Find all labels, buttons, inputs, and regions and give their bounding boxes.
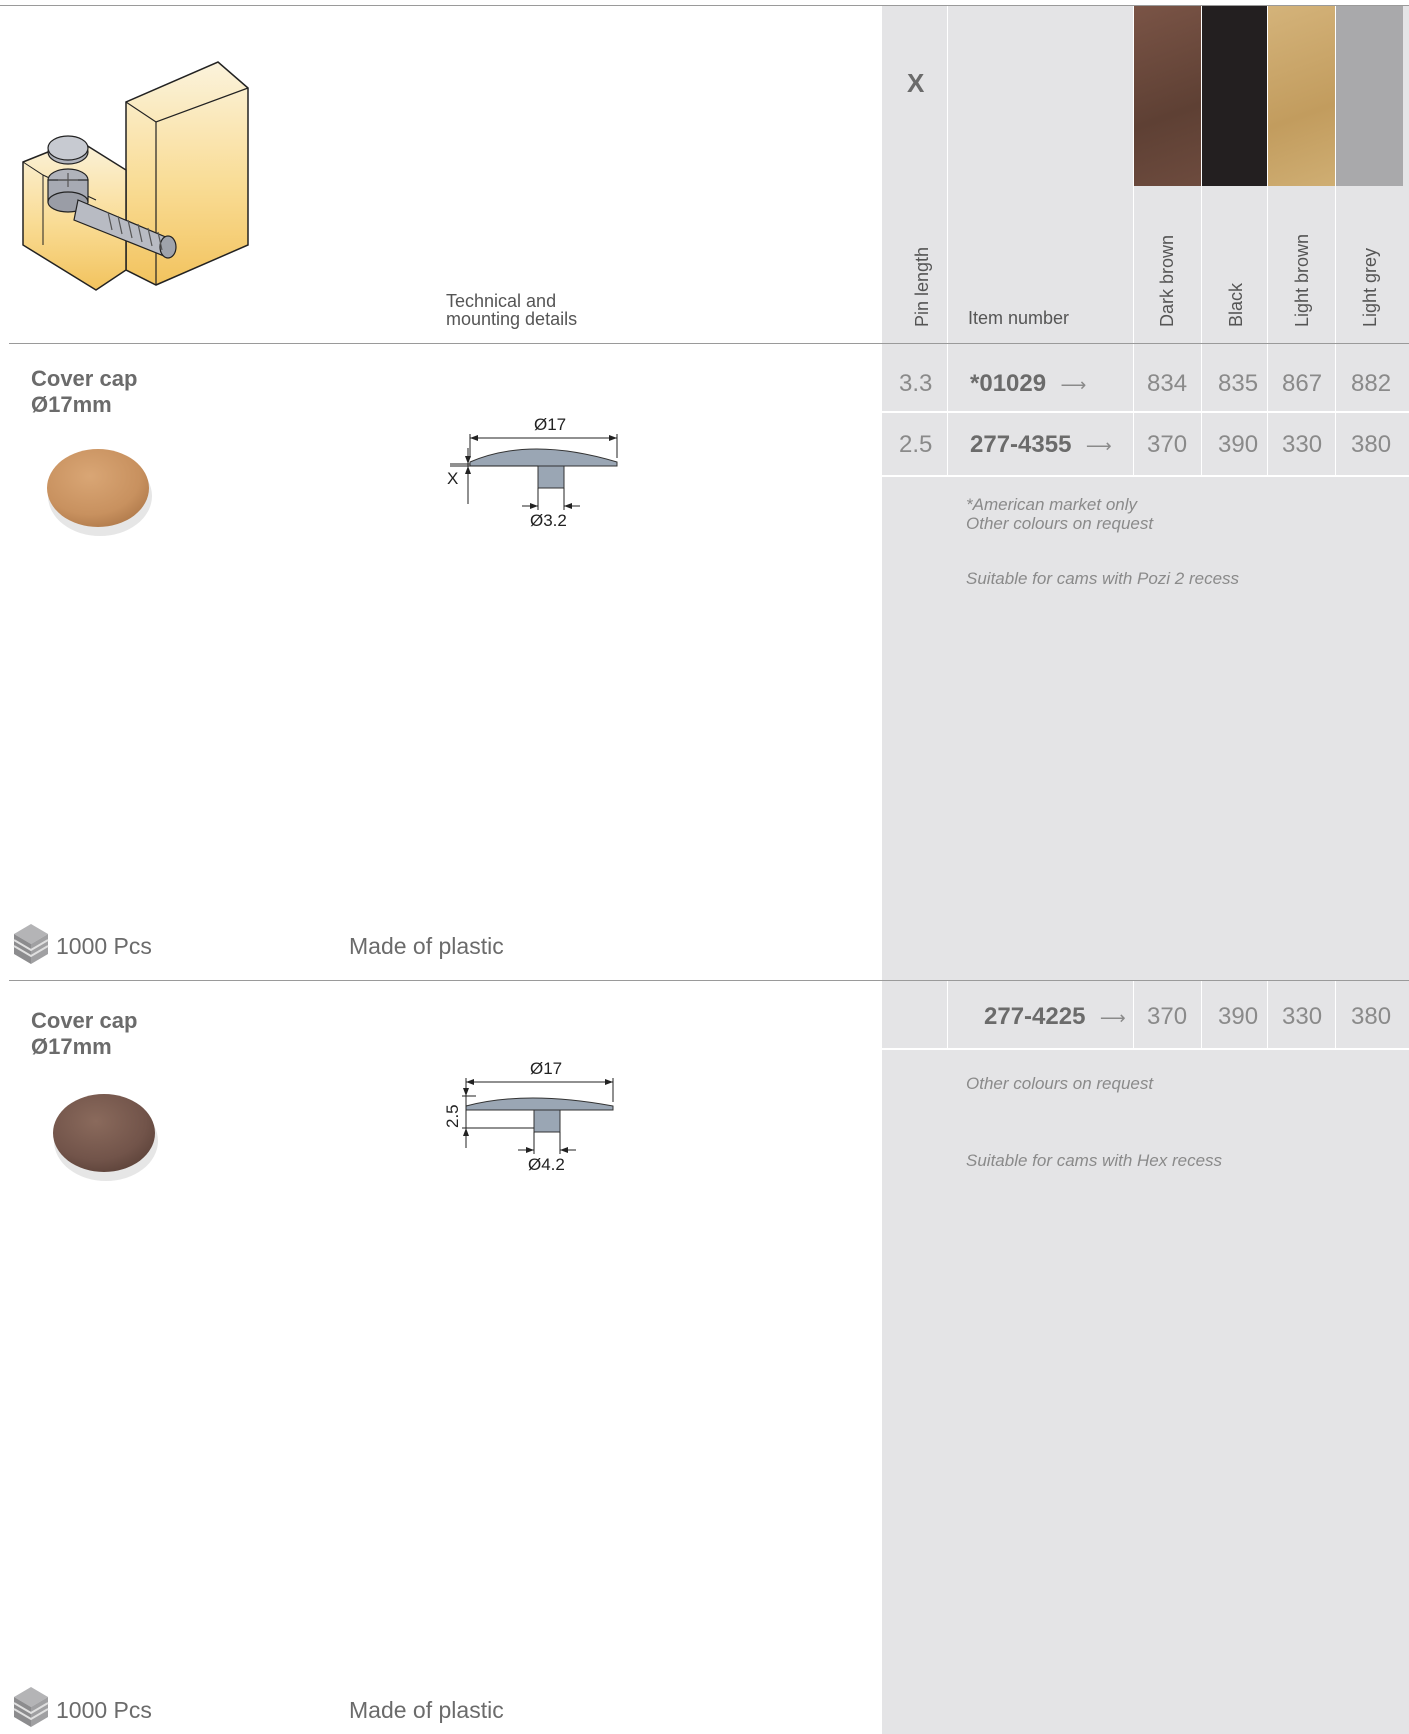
row1-light-brown: 867	[1282, 370, 1323, 397]
arrow-right-icon: ⟶	[1060, 375, 1087, 395]
drawing2-top-dim: Ø17	[530, 1059, 562, 1078]
item-number-header: Item number	[968, 308, 1070, 328]
row2-dark-brown: 370	[1147, 431, 1188, 458]
row2-pin-length: 2.5	[899, 431, 933, 458]
drawing1-side-dim: X	[447, 469, 458, 488]
header-rule	[9, 343, 1409, 344]
column-divider	[1201, 980, 1202, 1048]
arrow-right-icon: ⟶	[1099, 1008, 1126, 1028]
cover-cap-light-brown-image	[47, 449, 152, 536]
row3-light-brown: 330	[1282, 1003, 1323, 1030]
section2-technical-drawing: Ø17 2.5 Ø4.2	[443, 1059, 614, 1174]
row1-light-grey: 882	[1351, 370, 1392, 397]
section1-material: Made of plastic	[349, 933, 504, 959]
row1-dark-brown: 834	[1147, 370, 1188, 397]
section1-technical-drawing: Ø17 X Ø3.2	[447, 415, 618, 530]
drawing2-bottom-dim: Ø4.2	[528, 1155, 565, 1174]
pin-length-header: Pin length	[912, 246, 932, 327]
row2-item-link[interactable]: 277-4355 ⟶	[970, 431, 1112, 459]
column-divider	[1133, 980, 1134, 1048]
data-column-background	[882, 6, 1409, 1734]
column-divider	[947, 6, 948, 476]
row1-black: 835	[1218, 370, 1259, 397]
section-rule	[9, 980, 1409, 981]
section1-note-colours: Other colours on request	[966, 514, 1154, 533]
cam-fitting-illustration	[22, 61, 249, 291]
row3-item-link[interactable]: 277-4225 ⟶	[984, 1003, 1126, 1031]
row1-item-number[interactable]: *01029	[970, 370, 1046, 397]
row3-black: 390	[1218, 1003, 1259, 1030]
section1-title: Cover cap Ø17mm	[31, 366, 137, 418]
row1-item-link[interactable]: *01029 ⟶	[970, 370, 1086, 398]
package-icon	[13, 1687, 49, 1727]
section2-title-line1: Cover cap	[31, 1008, 138, 1033]
section2-title-line2: Ø17mm	[31, 1034, 112, 1059]
section1-title-line2: Ø17mm	[31, 392, 112, 417]
color-header-light-brown: Light brown	[1292, 233, 1312, 327]
column-divider	[947, 980, 948, 1048]
pin-length-symbol: X	[907, 68, 925, 98]
package-icon	[13, 924, 49, 964]
swatch-light-brown	[1268, 6, 1335, 186]
cover-cap-dark-brown-image	[53, 1094, 158, 1181]
column-divider	[1335, 6, 1336, 476]
row2-light-grey: 380	[1351, 431, 1392, 458]
row3-light-grey: 380	[1351, 1003, 1392, 1030]
row2-black: 390	[1218, 431, 1259, 458]
section2-note-colours: Other colours on request	[966, 1074, 1154, 1093]
row-divider	[882, 411, 1409, 413]
drawing2-side-dim: 2.5	[443, 1104, 462, 1128]
drawing1-bottom-dim: Ø3.2	[530, 511, 567, 530]
arrow-right-icon: ⟶	[1085, 436, 1112, 456]
row-divider	[882, 475, 1409, 477]
section1-note-market: *American market only	[966, 495, 1138, 514]
technical-details-line2: mounting details	[446, 309, 578, 329]
section2-note-suitable: Suitable for cams with Hex recess	[966, 1151, 1223, 1170]
drawing1-top-dim: Ø17	[534, 415, 566, 434]
column-divider	[1267, 980, 1268, 1048]
color-header-light-grey: Light grey	[1360, 247, 1380, 327]
technical-details-label: Technical and mounting details	[446, 292, 577, 328]
row3-item-number[interactable]: 277-4225	[984, 1003, 1085, 1030]
technical-details-line1: Technical and	[446, 291, 557, 311]
row2-light-brown: 330	[1282, 431, 1323, 458]
row-divider	[882, 1048, 1409, 1050]
column-divider	[1201, 6, 1202, 476]
section2-material: Made of plastic	[349, 1697, 504, 1723]
color-header-black: Black	[1226, 282, 1246, 327]
section1-note-suitable: Suitable for cams with Pozi 2 recess	[966, 569, 1240, 588]
swatch-black	[1202, 6, 1267, 186]
swatch-dark-brown	[1134, 6, 1201, 186]
section1-title-line1: Cover cap	[31, 366, 138, 391]
column-divider	[1335, 980, 1336, 1048]
column-divider	[1133, 6, 1134, 476]
row1-pin-length: 3.3	[899, 370, 933, 397]
row3-dark-brown: 370	[1147, 1003, 1188, 1030]
row2-item-number[interactable]: 277-4355	[970, 431, 1071, 458]
column-divider	[1267, 6, 1268, 476]
section2-pack-quantity: 1000 Pcs	[56, 1697, 152, 1723]
section1-pack-quantity: 1000 Pcs	[56, 933, 152, 959]
section2-title: Cover cap Ø17mm	[31, 1008, 137, 1060]
color-header-dark-brown: Dark brown	[1157, 234, 1177, 327]
swatch-light-grey	[1336, 6, 1403, 186]
